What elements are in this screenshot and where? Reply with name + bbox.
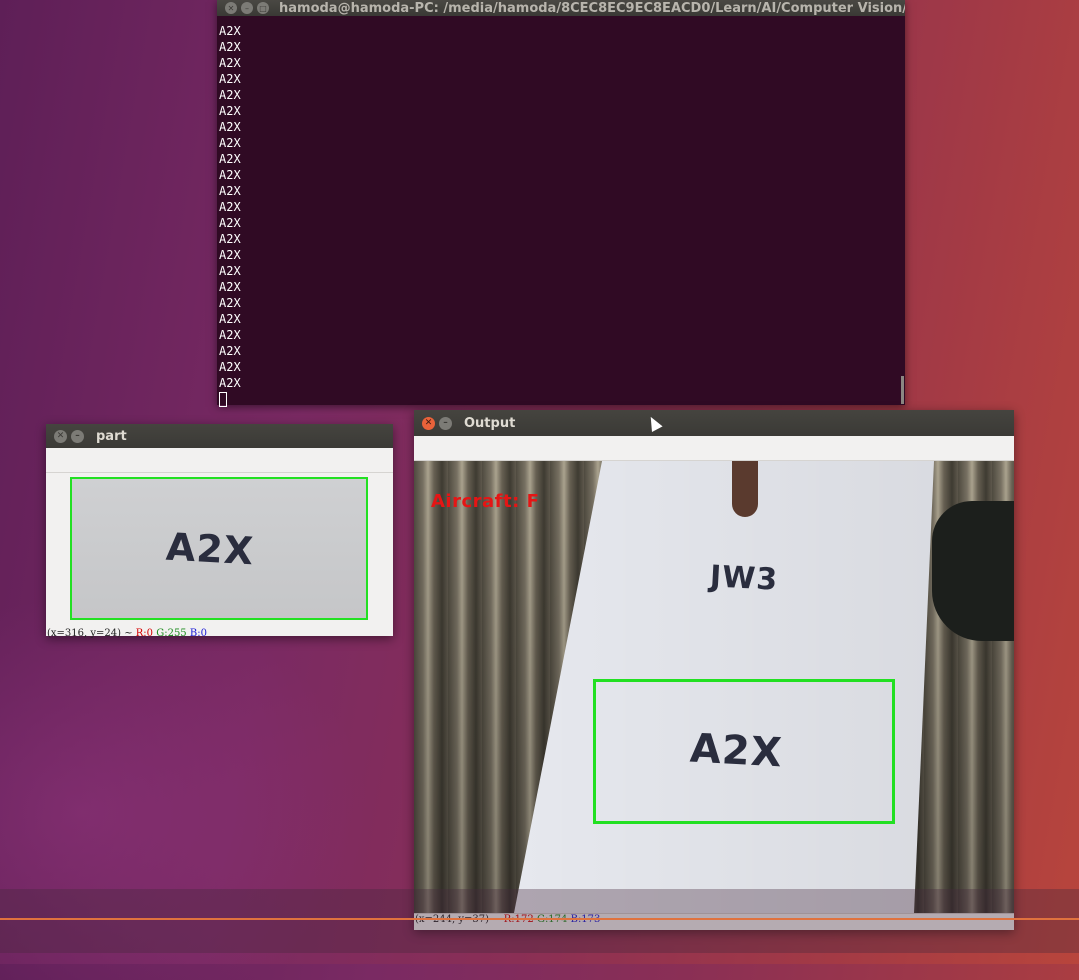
status-green: G:255 [156,628,187,639]
terminal-line: A2X [219,280,241,294]
terminal-line: A2X [219,88,241,102]
plate-text: A2X [164,524,256,574]
terminal-line: A2X [219,216,241,230]
part-window[interactable]: ✕ – part A2X (x=316, y=24) ~ R:0 G:255 B… [46,424,393,639]
terminal-line: A2X [219,120,241,134]
terminal-scrollbar[interactable] [901,376,904,404]
terminal-line: A2X [219,312,241,326]
panel-accent-line [0,918,1079,920]
output-toolbar [414,436,1014,461]
terminal-line: A2X [219,40,241,54]
terminal-line: A2X [219,360,241,374]
paper-text: JW3 [709,559,780,598]
part-image[interactable]: A2X [70,477,368,620]
status-red: R:0 [135,628,154,639]
sleeve [932,501,1014,641]
terminal-output[interactable]: A2X A2X A2X A2X A2X A2X A2X A2X A2X A2X A2X A2X A2X A… [217,16,905,407]
terminal-line: A2X [219,232,241,246]
thumb [732,461,758,517]
terminal-titlebar[interactable]: ✕ – □ hamoda@hamoda-PC: /media/hamoda/8C… [217,0,905,16]
terminal-line: A2X [219,184,241,198]
bottom-panel [0,889,1079,953]
part-toolbar [46,448,393,473]
part-statusbar: (x=316, y=24) ~ R:0 G:255 B:0 [46,628,393,640]
terminal-title: hamoda@hamoda-PC: /media/hamoda/8CEC8EC9… [279,0,905,16]
part-titlebar[interactable]: ✕ – part [46,424,393,448]
terminal-line: A2X [219,104,241,118]
terminal-line: A2X [219,376,241,390]
aircraft-label: Aircraft: F [431,491,540,512]
close-icon[interactable]: ✕ [422,416,435,430]
terminal-line: A2X [219,264,241,278]
terminal-line: A2X [219,56,241,70]
terminal-line: A2X [219,200,241,214]
terminal-cursor [219,391,905,407]
close-icon[interactable]: ✕ [225,2,237,14]
status-coords: (x=316, y=24) ~ [47,628,133,639]
output-window[interactable]: ✕ – Output Aircraft: F JW3 A2X (x=244, y… [414,410,1014,930]
terminal-line: A2X [219,248,241,262]
status-blue: B:0 [189,628,207,639]
maximize-icon[interactable]: □ [257,2,269,14]
terminal-line: A2X [219,152,241,166]
terminal-line: A2X [219,168,241,182]
detection-box: A2X [593,679,895,824]
minimize-icon[interactable]: – [439,416,452,430]
terminal-line: A2X [219,136,241,150]
plate-text: A2X [688,725,784,777]
window-title: part [96,428,127,444]
terminal-line: A2X [219,296,241,310]
terminal-window[interactable]: ✕ – □ hamoda@hamoda-PC: /media/hamoda/8C… [217,0,905,407]
window-title: Output [464,415,516,431]
terminal-line: A2X [219,72,241,86]
minimize-icon[interactable]: – [241,2,253,14]
terminal-line: A2X [219,24,241,38]
terminal-line: A2X [219,328,241,342]
camera-frame[interactable]: Aircraft: F JW3 A2X [414,461,1014,913]
output-titlebar[interactable]: ✕ – Output [414,410,1014,436]
close-icon[interactable]: ✕ [54,429,67,443]
terminal-line: A2X [219,344,241,358]
minimize-icon[interactable]: – [71,429,84,443]
